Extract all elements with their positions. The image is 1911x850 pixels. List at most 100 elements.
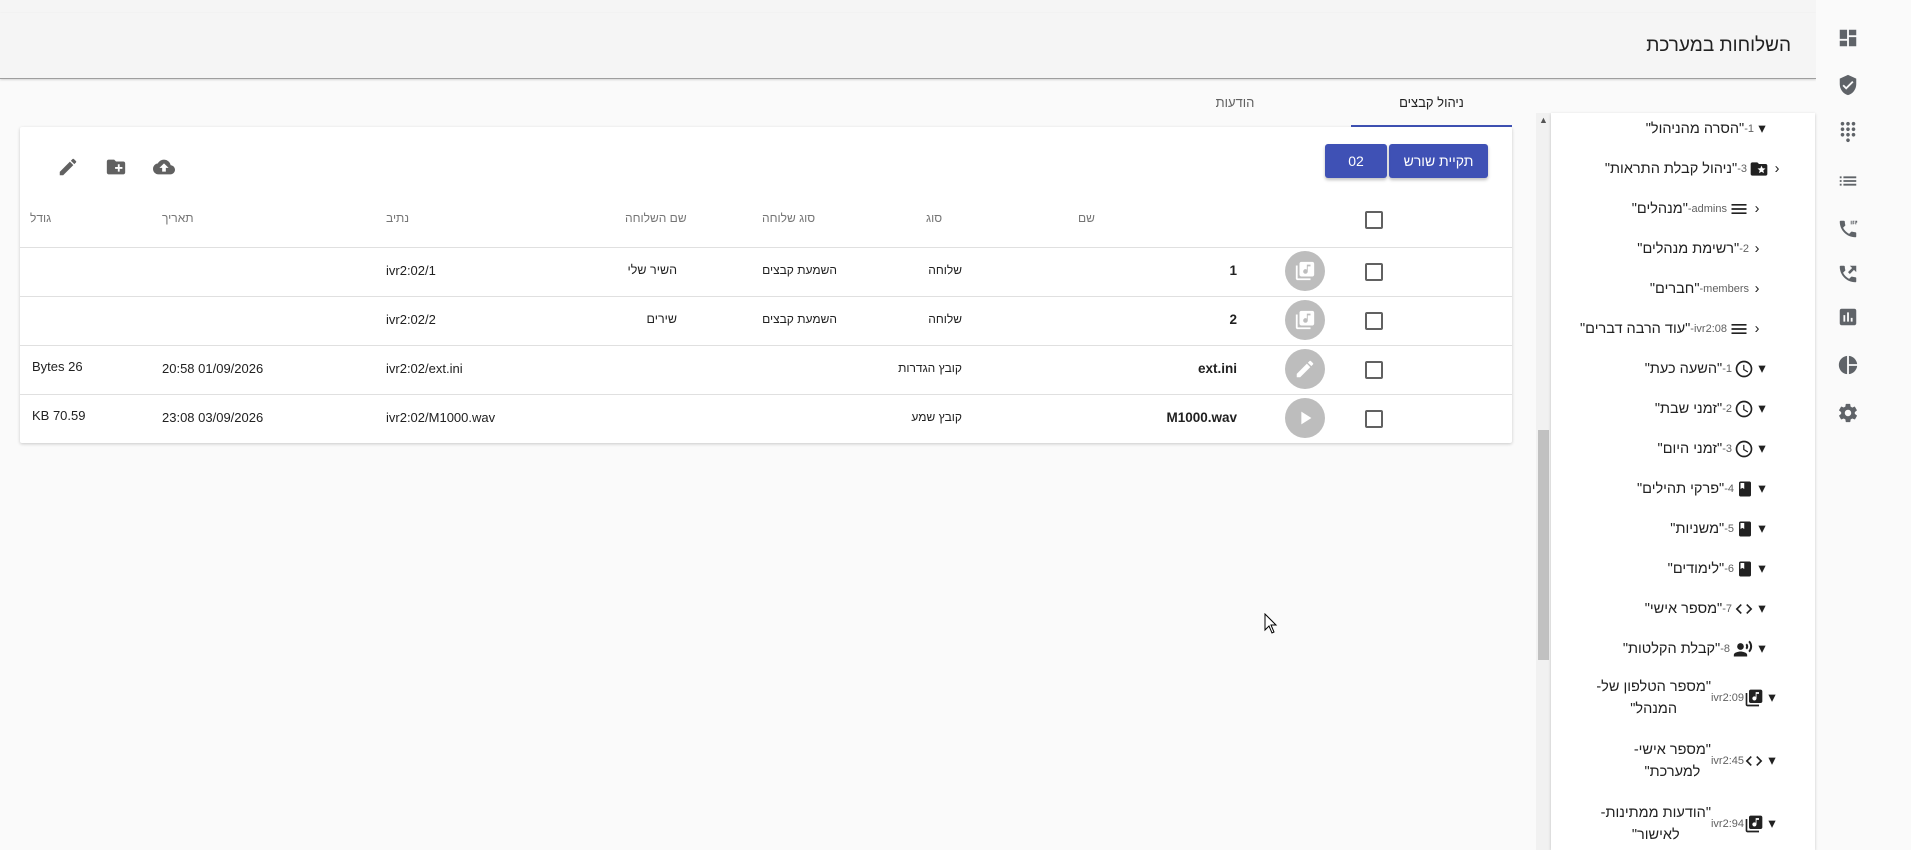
expand-more-icon[interactable]: ▾ <box>1764 690 1780 706</box>
tree-node-id: 6- <box>1724 563 1734 575</box>
tree-node[interactable]: ▾ 1- "הסרה מהניהול" <box>1646 116 1770 142</box>
select-all-checkbox[interactable] <box>1365 211 1383 229</box>
tree-node-label: "הסרה מהניהול" <box>1645 121 1745 137</box>
dashboard-icon[interactable] <box>1834 24 1862 52</box>
chevron-left-icon[interactable]: ‹ <box>1749 321 1765 337</box>
row-checkbox[interactable] <box>1365 263 1383 281</box>
row-checkbox[interactable] <box>1365 361 1383 379</box>
expand-more-icon[interactable]: ▾ <box>1754 121 1770 137</box>
edit-icon[interactable] <box>55 154 81 180</box>
chart-icon[interactable] <box>1834 303 1862 331</box>
column-size[interactable]: גודל <box>30 211 51 225</box>
tree-node[interactable]: ‹ members- "חברים" <box>1650 276 1765 302</box>
clock-icon <box>1734 359 1754 379</box>
tree-node-id: ivr2:08- <box>1690 323 1727 335</box>
tree-node[interactable]: ▾ 3- "זמני היום" <box>1658 436 1770 462</box>
tree-node[interactable]: ▾ 7- "מספר אישי" <box>1645 596 1770 622</box>
expand-more-icon[interactable]: ▾ <box>1754 521 1770 537</box>
tab-file-management[interactable]: ניהול קבצים <box>1351 87 1512 127</box>
row-size: Bytes 26 <box>32 359 83 374</box>
shield-icon[interactable] <box>1834 71 1862 99</box>
list-icon[interactable] <box>1834 167 1862 195</box>
music-file-icon[interactable] <box>1285 251 1325 291</box>
expand-more-icon[interactable]: ▾ <box>1754 441 1770 457</box>
column-path[interactable]: נתיב <box>386 211 409 225</box>
tree-node-label: "מספר אישי- <box>1633 742 1711 758</box>
tree-node-label: "חברים" <box>1649 281 1700 297</box>
expand-more-icon[interactable]: ▾ <box>1764 816 1780 832</box>
play-icon[interactable] <box>1285 398 1325 438</box>
sip-phone-icon[interactable] <box>1834 215 1862 243</box>
column-ext-type[interactable]: סוג שלוחה <box>762 211 815 225</box>
expand-more-icon[interactable]: ▾ <box>1754 641 1770 657</box>
tree-node[interactable]: ▾ 8- "קבלת הקלטות" <box>1623 636 1770 662</box>
tree-node[interactable]: ▾ ivr2:45 "מספר אישי- למערכת" <box>1634 736 1780 786</box>
tree-node[interactable]: ▾ ivr2:94 "הודעות ממתינות- לאישור" <box>1601 799 1780 849</box>
phone-forward-icon[interactable] <box>1834 260 1862 288</box>
tree-node[interactable]: ▾ 5- "משניות" <box>1670 516 1770 542</box>
expand-more-icon[interactable]: ▾ <box>1754 561 1770 577</box>
column-date[interactable]: תאריך <box>162 211 194 225</box>
scroll-up-icon[interactable]: ▲ <box>1538 115 1549 125</box>
tree-node-label: לאישור" <box>1631 827 1680 843</box>
tree-node[interactable]: ▾ 6- "לימודים" <box>1668 556 1770 582</box>
chevron-left-icon[interactable]: ‹ <box>1769 161 1785 177</box>
column-type[interactable]: סוג <box>926 211 942 225</box>
upload-icon[interactable] <box>151 154 177 180</box>
expand-more-icon[interactable]: ▾ <box>1754 601 1770 617</box>
current-folder-button[interactable]: 02 <box>1325 144 1387 178</box>
new-folder-icon[interactable] <box>103 154 129 180</box>
edit-icon[interactable] <box>1285 349 1325 389</box>
table-row[interactable]: 1 שלוחה השמעת קבצים השיר שלי ivr2:02/1 <box>20 247 1512 296</box>
table-row[interactable]: M1000.wav קובץ שמע ivr2:02/M1000.wav 23:08 … <box>20 394 1512 443</box>
column-name[interactable]: שם <box>1078 211 1095 225</box>
tree-node[interactable]: ‹ admins- "מנהלים" <box>1632 196 1765 222</box>
tree-node[interactable]: ‹ ivr2:08- "עוד הרבה דברים" <box>1580 316 1765 342</box>
root-folder-button[interactable]: תקיית שורש <box>1389 144 1488 178</box>
column-ext-name[interactable]: שם השלוחה <box>625 211 687 225</box>
settings-icon[interactable] <box>1834 399 1862 427</box>
chevron-left-icon[interactable]: ‹ <box>1749 201 1765 217</box>
tree-node[interactable]: ‹ 3- "ניהול קבלת התראות" <box>1605 156 1785 182</box>
clock-icon <box>1734 439 1754 459</box>
tree-node-id: 8- <box>1720 643 1730 655</box>
tab-messages[interactable]: הודעות <box>1150 87 1320 125</box>
music-file-icon[interactable] <box>1285 300 1325 340</box>
tree-node-id: 7- <box>1722 603 1732 615</box>
row-checkbox[interactable] <box>1365 312 1383 330</box>
chevron-left-icon[interactable]: ‹ <box>1749 241 1765 257</box>
dialpad-icon[interactable] <box>1834 118 1862 146</box>
tree-scrollbar-thumb[interactable] <box>1538 430 1549 660</box>
tree-node-label: "מספר אישי" <box>1644 601 1723 617</box>
row-type: שלוחה <box>928 263 962 277</box>
row-ext-type: השמעת קבצים <box>762 312 837 326</box>
row-checkbox[interactable] <box>1365 410 1383 428</box>
tree-node[interactable]: ‹ 2- "רשימת מנהלים" <box>1637 236 1765 262</box>
tree-node-label: "ניהול קבלת התראות" <box>1604 161 1738 177</box>
table-row[interactable]: ext.ini קובץ הגדרות ivr2:02/ext.ini 20:58 0… <box>20 345 1512 394</box>
tree-node-id: 2- <box>1722 403 1732 415</box>
tree-node-label: "זמני שבת" <box>1654 401 1723 417</box>
row-type: קובץ הגדרות <box>898 361 962 375</box>
chevron-left-icon[interactable]: ‹ <box>1749 281 1765 297</box>
expand-more-icon[interactable]: ▾ <box>1754 401 1770 417</box>
tree-node-id: 4- <box>1724 483 1734 495</box>
pie-chart-icon[interactable] <box>1834 351 1862 379</box>
expand-more-icon[interactable]: ▾ <box>1754 481 1770 497</box>
table-row[interactable]: 2 שלוחה השמעת קבצים שירים ivr2:02/2 <box>20 296 1512 345</box>
tree-node[interactable]: ▾ 2- "זמני שבת" <box>1655 396 1770 422</box>
tree-node-label: המנהל" <box>1630 701 1678 717</box>
tree-node-id: ivr2:45 <box>1710 755 1744 767</box>
tree-node-id: 3- <box>1722 443 1732 455</box>
mouse-cursor-icon <box>1264 613 1278 634</box>
tree-node[interactable]: ▾ 1- "השעה כעת" <box>1645 356 1770 382</box>
expand-more-icon[interactable]: ▾ <box>1764 753 1780 769</box>
row-type: שלוחה <box>928 312 962 326</box>
expand-more-icon[interactable]: ▾ <box>1754 361 1770 377</box>
tree-node-id: admins- <box>1687 203 1727 215</box>
tree-node[interactable]: ▾ 4- "פרקי תהילים" <box>1637 476 1770 502</box>
tree-node-id: 1- <box>1722 363 1732 375</box>
tree-node-label: "עוד הרבה דברים" <box>1580 321 1691 337</box>
tree-node[interactable]: ▾ ivr2:09 "מספר הטלפון של- המנהל" <box>1596 673 1780 723</box>
tree-node-id: 1- <box>1744 123 1754 135</box>
